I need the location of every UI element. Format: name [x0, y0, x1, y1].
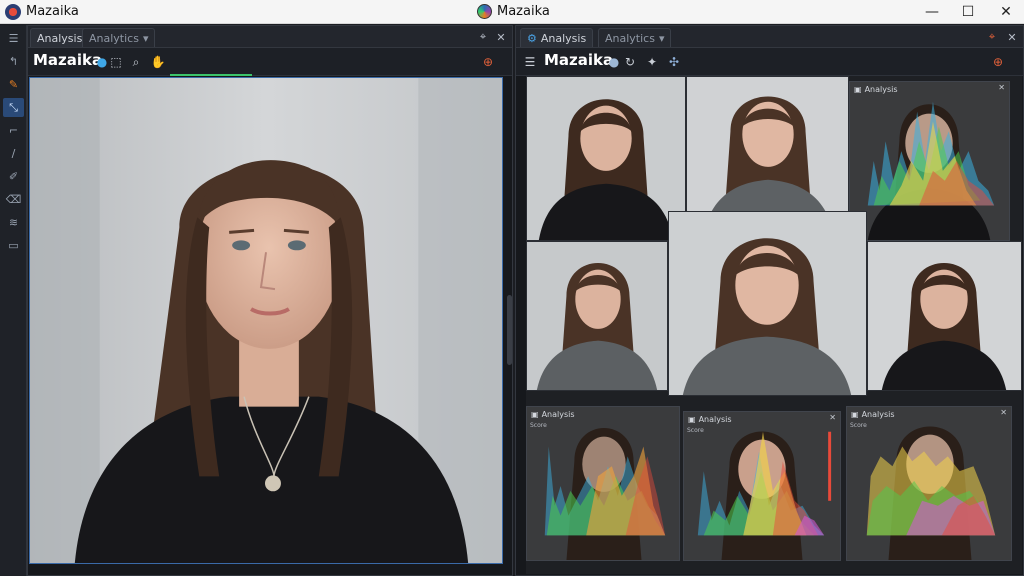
mosaic-tile[interactable]	[526, 241, 668, 391]
dot-icon[interactable]: ●	[606, 54, 622, 70]
mosaic-tile-featured[interactable]	[668, 211, 867, 396]
left-panel-tabs: Analysis Analytics ▾ ⌖ ✕	[28, 26, 512, 48]
close-icon[interactable]: ✕	[998, 83, 1005, 92]
left-brand: Mazaika	[33, 51, 103, 69]
histogram-title: Analysis	[698, 414, 732, 424]
menu-icon[interactable]: ☰	[522, 54, 538, 70]
chevron-down-icon: ▾	[658, 31, 665, 45]
left-tab-analytics[interactable]: Analytics ▾	[82, 28, 156, 47]
move-icon[interactable]: ✣	[666, 54, 682, 70]
histogram-overlay	[850, 82, 1009, 240]
portrait-thumbnail	[868, 242, 1021, 390]
axis-label: Score	[850, 422, 867, 429]
histogram-title: Analysis	[541, 409, 575, 419]
left-tab-analytics-label: Analytics	[89, 31, 139, 45]
pin-icon[interactable]: ⌖	[475, 29, 491, 45]
gear-icon: ⚙	[527, 31, 537, 45]
maximize-button[interactable]: ☐	[950, 0, 986, 24]
window-title: Mazaika	[26, 4, 79, 19]
right-tab-analysis-label: Analysis	[540, 31, 587, 45]
center-title: Mazaika	[477, 4, 550, 19]
portrait-image	[30, 78, 502, 563]
left-tab-analysis[interactable]: Analysis	[30, 28, 90, 47]
image-icon: ▣	[688, 414, 696, 424]
minimize-icon: —	[925, 4, 939, 20]
maximize-icon: ☐	[961, 4, 975, 20]
portrait-thumbnail	[527, 77, 685, 240]
histogram-tile[interactable]: ▣ Analysis Score	[526, 406, 680, 561]
pencil-tool-icon[interactable]: ✐	[3, 167, 24, 186]
histogram-title: Analysis	[861, 409, 895, 419]
tool-strip: ☰ ↰ ✎ ⤡ ⌐ ∕ ✐ ⌫ ≋ ▭	[0, 25, 27, 576]
mosaic-tile[interactable]	[526, 76, 686, 241]
zoom-icon[interactable]: ⌕	[128, 54, 144, 70]
histogram-tile[interactable]: ▣ Analysis ✕	[849, 81, 1010, 241]
left-tab-analysis-label: Analysis	[37, 31, 83, 45]
portrait-thumbnail	[527, 242, 667, 390]
left-toolbar: Mazaika ● ⬚ ⌕ ✋ ⊕	[28, 48, 512, 76]
right-panel: ⚙ Analysis Analytics ▾ ⌖ ✕ ☰ Mazaika ● ↻ ✦…	[515, 25, 1024, 576]
histogram-tile[interactable]: ▣ Analysis Score ✕	[846, 406, 1012, 561]
mosaic-tile[interactable]	[867, 241, 1022, 391]
app-logo-icon	[5, 4, 21, 20]
frame-tool-icon[interactable]: ▭	[3, 236, 24, 255]
histogram-title: Analysis	[864, 84, 898, 94]
target-icon[interactable]: ⊕	[990, 54, 1006, 70]
right-tab-analytics-label: Analytics	[605, 31, 655, 45]
histogram-overlay	[847, 407, 1011, 560]
panel-close-icon[interactable]: ✕	[493, 29, 509, 45]
histogram-header: ▣ Analysis	[847, 407, 1011, 421]
rotate-icon[interactable]: ↻	[622, 54, 638, 70]
pin-icon[interactable]: ⌖	[984, 29, 1000, 45]
eraser-tool-icon[interactable]: ⌫	[3, 190, 24, 209]
histogram-header: ▣ Analysis	[850, 82, 1009, 96]
panel-splitter-handle[interactable]	[507, 295, 512, 365]
right-panel-tabs: ⚙ Analysis Analytics ▾ ⌖ ✕	[516, 26, 1023, 48]
histogram-tile[interactable]: ▣ Analysis Score ✕	[683, 411, 841, 561]
pen-tool-icon[interactable]: ∕	[3, 144, 24, 163]
frame-select-icon[interactable]: ⬚	[108, 54, 124, 70]
center-logo-icon	[477, 4, 492, 19]
select-tool-icon[interactable]: ⤡	[3, 98, 24, 117]
portrait-thumbnail	[669, 212, 866, 395]
menu-icon[interactable]: ☰	[3, 29, 24, 48]
histogram-header: ▣ Analysis	[684, 412, 840, 426]
close-button[interactable]: ✕	[988, 0, 1024, 24]
mosaic-grid[interactable]: ▣ Analysis ✕ ▣ Analysis Score ▣ Analysis…	[526, 76, 1022, 574]
right-tab-analysis[interactable]: ⚙ Analysis	[520, 28, 594, 47]
app-window: Mazaika Mazaika — ☐ ✕ ☰ ↰ ✎ ⤡ ⌐ ∕ ✐ ⌫ ≋ …	[0, 0, 1024, 576]
layers-tool-icon[interactable]: ≋	[3, 213, 24, 232]
minimize-button[interactable]: —	[914, 0, 950, 24]
progress-indicator	[170, 74, 252, 76]
axis-label: Score	[530, 422, 547, 429]
histogram-header: ▣ Analysis	[527, 407, 679, 421]
image-icon: ▣	[851, 409, 859, 419]
title-bar: Mazaika Mazaika — ☐ ✕	[0, 0, 1024, 24]
close-icon[interactable]: ✕	[829, 413, 836, 422]
main-canvas[interactable]	[29, 77, 503, 564]
histogram-overlay	[527, 407, 679, 560]
move-tool-icon[interactable]: ↰	[3, 52, 24, 71]
axis-label: Score	[687, 427, 704, 434]
center-title-text: Mazaika	[497, 4, 550, 19]
crop-tool-icon[interactable]: ⌐	[3, 121, 24, 140]
right-brand: Mazaika	[544, 51, 614, 69]
close-icon[interactable]: ✕	[1000, 408, 1007, 417]
right-tab-analytics[interactable]: Analytics ▾	[598, 28, 672, 47]
image-icon: ▣	[531, 409, 539, 419]
close-icon: ✕	[1000, 4, 1012, 20]
image-icon: ▣	[854, 84, 862, 94]
hand-icon[interactable]: ✋	[150, 54, 166, 70]
histogram-overlay	[684, 412, 840, 560]
right-toolbar: ☰ Mazaika ● ↻ ✦ ✣ ⊕	[516, 48, 1023, 76]
star-icon[interactable]: ✦	[644, 54, 660, 70]
chevron-down-icon: ▾	[142, 31, 149, 45]
target-icon[interactable]: ⊕	[480, 54, 496, 70]
panel-close-icon[interactable]: ✕	[1004, 29, 1020, 45]
brush-tool-icon[interactable]: ✎	[3, 75, 24, 94]
left-panel: Analysis Analytics ▾ ⌖ ✕ Mazaika ● ⬚ ⌕ ✋ …	[27, 25, 513, 576]
